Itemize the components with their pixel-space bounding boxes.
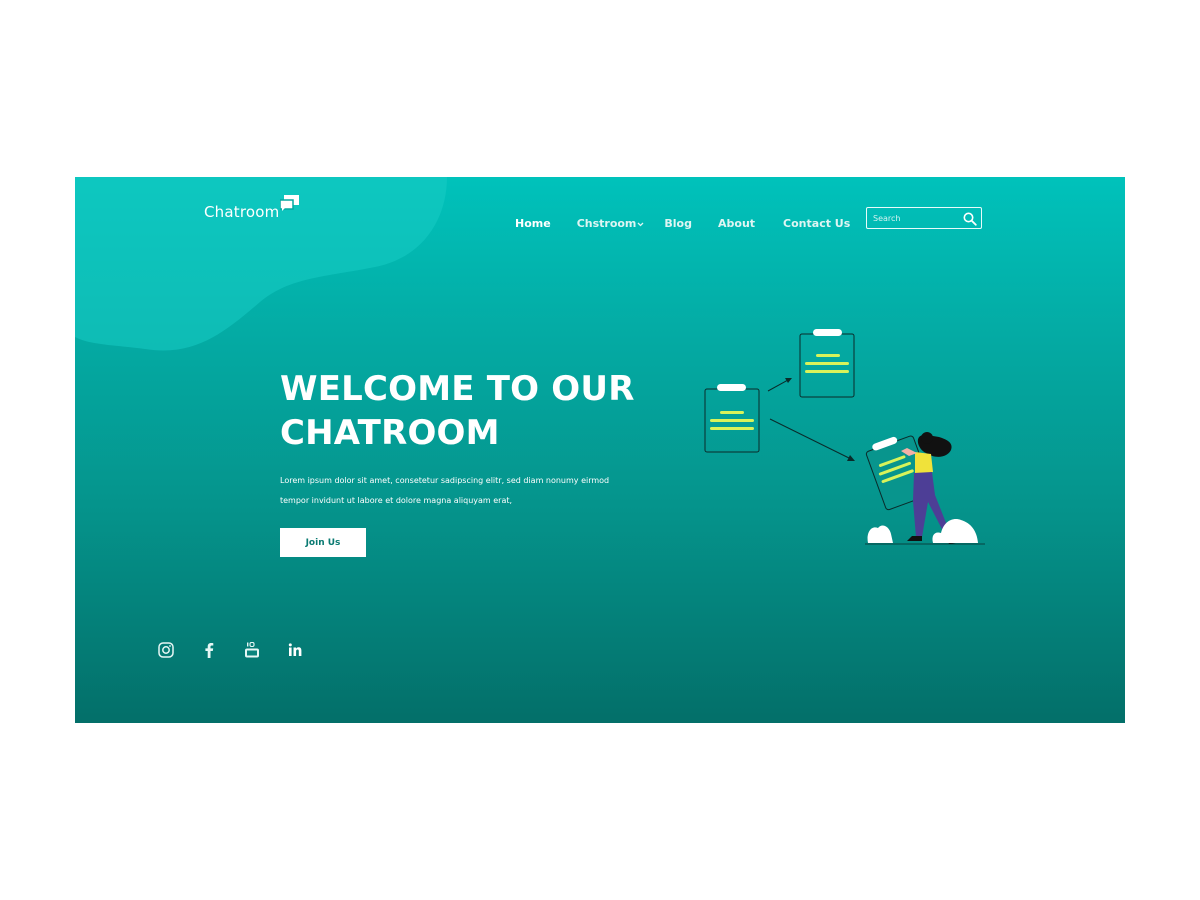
nav-item-contact-us[interactable]: Contact Us [783,217,850,230]
nav-label-about: About [718,217,756,230]
search-icon [963,212,977,226]
linkedin-icon [288,643,302,656]
nav-item-blog[interactable]: Blog [664,217,692,230]
hero-description: Lorem ipsum dolor sit amet, consetetur s… [280,471,640,511]
facebook-link[interactable] [200,641,218,659]
flow-arrows [767,378,855,461]
nav-label-home: Home [515,217,551,230]
chevron-down-icon [637,222,644,226]
hero-description-line-1: Lorem ipsum dolor sit amet, consetetur s… [280,476,610,485]
linkedin-link[interactable] [286,641,304,659]
brand-logo[interactable]: Chatroom [204,195,300,221]
search-box [866,207,982,229]
brand-name: Chatroom [204,203,280,221]
hero-section: Chatroom Home Chstroom Blog About Contac… [75,177,1125,723]
clipboard-left [704,384,760,453]
search-input[interactable] [867,209,963,227]
nav-label-blog: Blog [664,217,692,230]
nav-item-home[interactable]: Home [515,217,551,230]
social-links [157,641,329,659]
nav-item-chstroom[interactable]: Chstroom [577,217,645,230]
nav-label-contact-us: Contact Us [783,217,851,230]
hero-headline: WELCOME TO OUR CHATROOM [280,367,700,455]
hero-headline-line-1: WELCOME TO OUR [280,369,635,409]
search-button[interactable] [962,211,978,227]
instagram-link[interactable] [157,641,175,659]
hero-illustration [704,329,985,545]
nav-item-about[interactable]: About [718,217,755,230]
clipboard-right [799,329,855,398]
facebook-icon [205,643,214,658]
main-nav: Home Chstroom Blog About Contact Us [515,217,850,230]
plants [865,519,985,545]
nav-label-chstroom: Chstroom [576,217,637,230]
hero-headline-line-2: CHATROOM [280,413,500,453]
hero-description-line-2: tempor invidunt ut labore et dolore magn… [280,496,513,505]
instagram-icon [158,642,174,658]
join-us-button[interactable]: Join Us [280,528,366,557]
chat-bubbles-icon [280,195,300,211]
youtube-icon [245,642,259,658]
youtube-link[interactable] [243,641,261,659]
